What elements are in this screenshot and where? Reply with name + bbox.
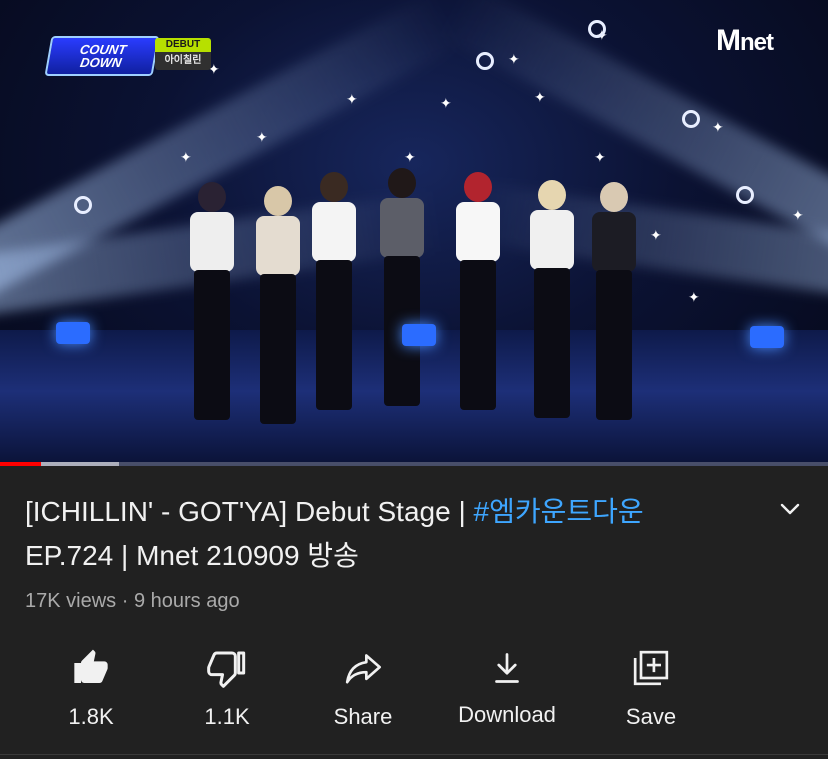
stage-floor-light [750,326,784,348]
share-arrow-icon [341,646,385,690]
sparkle-decoration: ✦ [404,149,416,165]
action-bar: 1.8K 1.1K Share Download Save [0,640,828,740]
sparkle-decoration: ✦ [650,227,662,243]
view-count: 17K views [25,590,117,612]
show-logo: COUNT DOWN [44,36,160,76]
share-label: Share [333,704,393,729]
video-meta: 17K views · 9 hours ago [25,590,240,613]
save-button[interactable]: Save [591,640,711,736]
thumbs-up-filled-icon [69,646,113,690]
sparkle-decoration: ✦ [594,149,606,165]
chevron-down-icon [780,503,800,515]
sparkle-decoration: ✦ [508,51,520,67]
sparkle-ring [682,110,700,128]
divider [0,754,828,755]
sparkle-decoration: ✦ [534,89,546,105]
share-button[interactable]: Share [303,640,423,736]
save-label: Save [625,704,677,729]
debut-badge-group: 아이칠린 [155,52,211,70]
video-player[interactable]: ✦ ✦ ✦ ✦ ✦ ✦ ✦ ✦ ✦ ✦ ✦ ✦ ✦ ✦ COUNT DOWN D… [0,0,828,466]
like-button[interactable]: 1.8K [31,640,151,736]
video-progress-bar[interactable] [0,462,828,466]
video-title-text: [ICHILLIN' - GOT'YA] Debut Stage | [25,496,474,527]
dislike-count: 1.1K [204,704,250,729]
stage-floor-light [402,324,436,346]
video-played-bar [0,462,42,466]
sparkle-ring [588,20,606,38]
video-title-hashtag[interactable]: #엠카운트다운 [474,496,644,527]
channel-watermark: Mnet [716,24,774,57]
add-to-playlist-icon [629,646,673,690]
sparkle-decoration: ✦ [688,289,700,305]
download-button[interactable]: Download [447,640,567,736]
sparkle-decoration: ✦ [712,119,724,135]
sparkle-decoration: ✦ [440,95,452,111]
sparkle-ring [74,196,92,214]
sparkle-ring [736,186,754,204]
video-title[interactable]: [ICHILLIN' - GOT'YA] Debut Stage | #엠카운트… [25,490,725,578]
sparkle-decoration: ✦ [346,91,358,107]
expand-description-button[interactable] [772,494,808,524]
debut-badge-label: DEBUT [155,38,211,52]
dislike-button[interactable]: 1.1K [167,640,287,736]
meta-separator: · [116,590,134,612]
thumbs-down-outline-icon [205,646,249,690]
stage-floor-light [56,322,90,344]
sparkle-ring [476,52,494,70]
upload-age: 9 hours ago [133,590,240,612]
download-icon [485,646,529,690]
debut-badge: DEBUT 아이칠린 [155,38,211,70]
download-label: Download [458,702,556,727]
video-title-episode: EP.724 | Mnet 210909 방송 [25,540,359,571]
sparkle-decoration: ✦ [792,207,804,223]
sparkle-decoration: ✦ [256,129,268,145]
sparkle-decoration: ✦ [180,149,192,165]
like-count: 1.8K [68,704,114,729]
